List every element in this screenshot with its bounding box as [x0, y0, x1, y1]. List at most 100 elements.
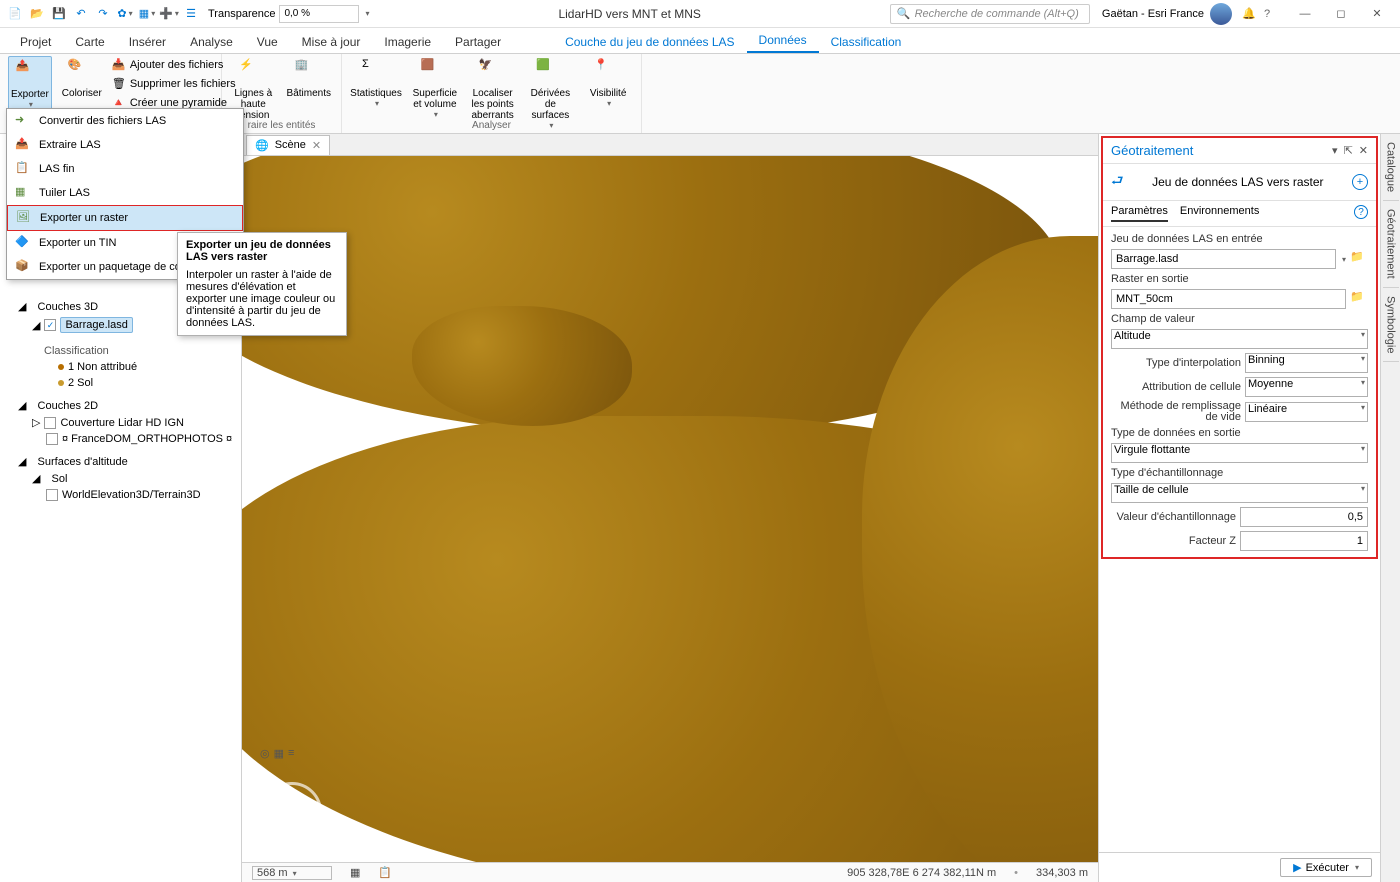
maximize-button[interactable]: ◻ — [1324, 2, 1358, 26]
interp-select[interactable]: Binning▾ — [1245, 353, 1368, 373]
transparency-control: Transparence ▾ — [208, 5, 369, 23]
qat-undo-icon[interactable]: ↶ — [72, 5, 90, 23]
coloriser-button[interactable]: 🎨 Coloriser — [60, 56, 104, 101]
add-files-button[interactable]: 📥Ajouter des fichiers — [112, 56, 236, 74]
tab-classification[interactable]: Classification — [819, 31, 914, 53]
tab-analyse[interactable]: Analyse — [178, 31, 245, 53]
menu-las-fin[interactable]: 📋LAS fin — [7, 157, 243, 181]
void-fill-select[interactable]: Linéaire▾ — [1245, 402, 1368, 422]
buildings-button[interactable]: 🏢 Bâtiments — [285, 56, 333, 101]
tab-miseajour[interactable]: Mise à jour — [290, 31, 373, 53]
checkbox-icon[interactable] — [46, 489, 58, 501]
sampling-value-field[interactable] — [1240, 507, 1368, 527]
sampling-type-select[interactable]: Taille de cellule▾ — [1111, 483, 1368, 503]
run-button[interactable]: ▶Exécuter▾ — [1280, 858, 1372, 877]
menu-extract-las[interactable]: 📤Extraire LAS — [7, 133, 243, 157]
qat-open-icon[interactable]: 📂 — [28, 5, 46, 23]
side-tab-catalogue[interactable]: Catalogue — [1383, 134, 1399, 201]
help-icon[interactable]: ? — [1354, 205, 1368, 219]
tab-inserer[interactable]: Insérer — [117, 31, 178, 53]
dock-icon[interactable]: ▾ — [1332, 144, 1338, 157]
group-couches-2d[interactable]: ◢ Couches 2D — [4, 397, 237, 414]
qat-tool-icon[interactable]: ✿▾ — [116, 5, 134, 23]
zfactor-field[interactable] — [1240, 531, 1368, 551]
close-tab-icon[interactable]: ✕ — [312, 139, 321, 152]
tab-projet[interactable]: Projet — [8, 31, 63, 53]
tab-environnements[interactable]: Environnements — [1180, 205, 1260, 222]
add-files-icon: 📥 — [112, 58, 126, 72]
layer-worldelev[interactable]: WorldElevation3D/Terrain3D — [4, 487, 237, 503]
menu-convert-las[interactable]: ➜Convertir des fichiers LAS — [7, 109, 243, 133]
qat-add-icon[interactable]: ➕▾ — [160, 5, 178, 23]
side-tab-geotraitement[interactable]: Géotraitement — [1383, 201, 1399, 288]
visibility-button[interactable]: 📍Visibilité▾ — [583, 56, 633, 110]
qat-template-icon[interactable]: ▦▾ — [138, 5, 156, 23]
navigator-compass[interactable]: ↻ — [262, 782, 322, 842]
qat-layers-icon[interactable]: ☰ — [182, 5, 200, 23]
checkbox-icon[interactable] — [46, 433, 58, 445]
tab-parametres[interactable]: Paramètres — [1111, 205, 1168, 222]
side-tab-symbologie[interactable]: Symbologie — [1383, 288, 1399, 362]
value-field-select[interactable]: Altitude▾ — [1111, 329, 1368, 349]
checkbox-icon[interactable]: ✓ — [44, 319, 56, 331]
remove-files-button[interactable]: 🗑Supprimer les fichiers — [112, 75, 236, 93]
scene-tab[interactable]: 🌐 Scène ✕ — [246, 135, 330, 155]
browse-icon[interactable]: 📁 — [1350, 290, 1368, 308]
scene-tab-label: Scène — [275, 139, 306, 151]
tab-carte[interactable]: Carte — [63, 31, 116, 53]
surface-volume-button[interactable]: 🟫Superficie et volume▾ — [410, 56, 460, 121]
locate-outliers-button[interactable]: 🦅Localiser les points aberrants — [468, 56, 518, 123]
add-favorite-icon[interactable]: + — [1352, 174, 1368, 190]
class-sol[interactable]: 2 Sol — [4, 375, 237, 391]
command-search-input[interactable]: 🔍 Recherche de commande (Alt+Q) — [890, 4, 1090, 24]
status-icon[interactable]: 📋 — [378, 866, 392, 879]
layer-ortho[interactable]: ¤ FranceDOM_ORTHOPHOTOS ¤ — [4, 431, 237, 447]
tab-partager[interactable]: Partager — [443, 31, 513, 53]
minimize-button[interactable]: — — [1288, 2, 1322, 26]
pin-icon[interactable]: ⇱ — [1344, 144, 1353, 157]
map-viewport[interactable]: ◎ ▦ ≡ ↻ — [242, 156, 1098, 862]
menu-export-raster[interactable]: 🖼Exporter un raster — [7, 205, 243, 231]
quick-access-toolbar: 📄 📂 💾 ↶ ↷ ✿▾ ▦▾ ➕▾ ☰ — [6, 5, 200, 23]
qat-new-icon[interactable]: 📄 — [6, 5, 24, 23]
transparency-input[interactable] — [279, 5, 359, 23]
qat-redo-icon[interactable]: ↷ — [94, 5, 112, 23]
chevron-down-icon[interactable]: ▾ — [1342, 255, 1346, 264]
tile-icon: ▦ — [15, 185, 31, 201]
out-type-select[interactable]: Virgule flottante▾ — [1111, 443, 1368, 463]
tab-vue[interactable]: Vue — [245, 31, 290, 53]
class-non-attribue[interactable]: 1 Non attribué — [4, 359, 237, 375]
close-button[interactable]: ✕ — [1360, 2, 1394, 26]
output-raster-field[interactable] — [1111, 289, 1346, 309]
status-icon[interactable]: ▦ — [350, 866, 360, 879]
menu-tile-las[interactable]: ▦Tuiler LAS — [7, 181, 243, 205]
back-button-icon[interactable]: ⮐ — [1111, 170, 1124, 194]
extract-icon: 📤 — [15, 137, 31, 153]
snap-icon[interactable]: ◎ — [260, 747, 270, 760]
close-panel-icon[interactable]: ✕ — [1359, 144, 1368, 157]
checkbox-icon[interactable] — [44, 417, 56, 429]
legend-dot-icon — [58, 364, 64, 370]
grid-icon[interactable]: ▦ — [274, 747, 284, 760]
layer-lidar-ign[interactable]: ▷Couverture Lidar HD IGN — [4, 414, 237, 431]
play-icon: ▶ — [1293, 861, 1301, 874]
user-name: Gaëtan - Esri France — [1102, 8, 1204, 20]
scale-input[interactable]: 568 m ▾ — [252, 866, 332, 880]
browse-icon[interactable]: 📁 — [1350, 250, 1368, 268]
tab-imagerie[interactable]: Imagerie — [372, 31, 443, 53]
exporter-button[interactable]: 📤 Exporter ▾ — [8, 56, 52, 112]
layers-icon[interactable]: ≡ — [288, 747, 294, 760]
tab-couche-las[interactable]: Couche du jeu de données LAS — [553, 31, 746, 53]
qat-save-icon[interactable]: 💾 — [50, 5, 68, 23]
statistics-button[interactable]: ΣStatistiques▾ — [350, 56, 402, 110]
cell-assign-select[interactable]: Moyenne▾ — [1245, 377, 1368, 397]
help-icon[interactable]: ? — [1258, 5, 1276, 23]
notification-bell-icon[interactable]: 🔔 — [1240, 5, 1258, 23]
ribbon-tabs: Projet Carte Insérer Analyse Vue Mise à … — [0, 28, 1400, 54]
input-las-field[interactable] — [1111, 249, 1336, 269]
search-placeholder: Recherche de commande (Alt+Q) — [915, 8, 1079, 20]
user-account[interactable]: Gaëtan - Esri France — [1102, 3, 1232, 25]
tab-donnees[interactable]: Données — [747, 29, 819, 53]
group-surfaces[interactable]: ◢ Surfaces d'altitude — [4, 453, 237, 470]
group-sol[interactable]: ◢ Sol — [4, 470, 237, 487]
